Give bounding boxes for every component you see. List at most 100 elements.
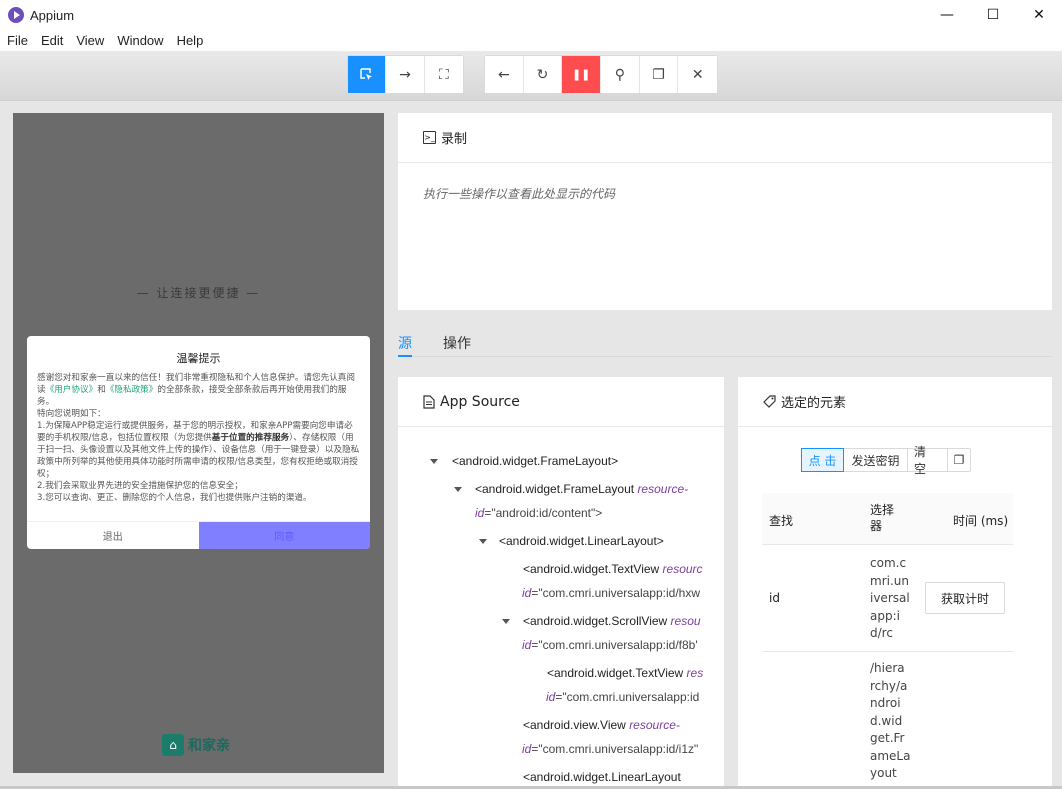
dialog-paragraph-4: 2.我们会采取业界先进的安全措施保护您的信息安全； (37, 481, 243, 491)
refresh-icon: ↻ (536, 66, 549, 83)
tree-node[interactable]: <android.widget.LinearLayout> (499, 534, 664, 548)
tree-expand-icon[interactable] (502, 619, 510, 624)
copy-xml-button[interactable]: ❐ (639, 56, 679, 93)
pause-recording-icon: ❚❚ (571, 68, 591, 81)
inspector-toolbar: → ⛶ ← ↻ ❚❚ ⚲ ❐ ✕ (0, 51, 1062, 101)
strategy-cell: id (769, 591, 780, 605)
app-source-panel: App Source <android.widget.FrameLayout> … (398, 377, 724, 789)
tree-expand-icon[interactable] (430, 459, 438, 464)
selector-cell: com.c mri.un iversal app:i d/rc (870, 556, 910, 640)
agree-button[interactable]: 同意 (198, 522, 370, 549)
close-window-button[interactable]: ✕ (1016, 0, 1062, 30)
app-slogan: — 让连接更便捷 — (136, 286, 261, 300)
col-header-find: 查找 (769, 514, 794, 528)
title-bar: Appium — ☐ ✕ (0, 0, 1062, 30)
tree-node[interactable]: <android.widget.FrameLayout> (452, 454, 618, 468)
dialog-paragraph-3: 1.为保障APP稳定运行或提供服务，基于您的明示授权，和家亲APP需要向您申请必… (37, 421, 360, 479)
tree-expand-icon[interactable] (454, 487, 462, 492)
quit-session-icon: ✕ (691, 66, 704, 83)
search-icon: ⚲ (614, 66, 625, 83)
find-strategies-table: 查找 选择 器 时间 (ms) id com.c mri.un iversal … (762, 493, 1013, 789)
recorder-header: >_ 录制 (398, 113, 1052, 163)
get-timing-button[interactable]: 获取计时 (925, 582, 1005, 614)
interaction-mode-group: → ⛶ (347, 55, 464, 94)
menu-edit[interactable]: Edit (34, 33, 69, 48)
tree-node[interactable]: <android.widget.FrameLayout resource- (475, 482, 688, 496)
tag-icon (763, 395, 776, 408)
menu-view[interactable]: View (69, 33, 110, 48)
device-screenshot[interactable]: — 让连接更便捷 — 温馨提示 感谢您对和家亲一直以来的信任！我们非常重视隐私和… (13, 113, 384, 773)
dialog-paragraph-5: 3.您可以查询、更正、删除您的个人信息，我们也提供账户注销的渠道。 (37, 493, 312, 503)
menu-file[interactable]: File (0, 33, 34, 48)
swipe-button[interactable]: → (386, 56, 425, 93)
table-row[interactable]: /hiera rchy/a ndroi d.wid get.Fr ameLa y… (762, 652, 1013, 789)
inspector-tabs: 源 操作 (398, 323, 1052, 357)
table-header: 查找 选择 器 时间 (ms) (762, 493, 1013, 545)
app-source-title: App Source (440, 393, 520, 410)
copy-xml-icon: ❐ (652, 66, 665, 83)
quit-session-button[interactable]: ✕ (678, 56, 718, 93)
menu-window[interactable]: Window (110, 33, 169, 48)
tree-node-attr: id="com.cmri.universalapp:id/hxw (522, 586, 700, 600)
app-logo-text: 和家亲 (188, 738, 230, 754)
menu-bar: File Edit View Window Help (0, 30, 1062, 51)
user-agreement-link[interactable]: 《用户协议》 (46, 385, 98, 395)
selected-element-panel: 选定的元素 点 击 发送密钥 清 空 ❐ 查找 选择 器 时间 (ms) id … (738, 377, 1052, 789)
tree-node-attr: id="com.cmri.universalapp:id/f8b' (522, 638, 698, 652)
pause-recording-button[interactable]: ❚❚ (562, 56, 602, 93)
code-icon: >_ (423, 131, 436, 144)
app-source-header: App Source (398, 377, 724, 427)
house-icon: ⌂ (162, 734, 184, 756)
recorder-title: 录制 (441, 132, 468, 147)
tree-expand-icon[interactable] (479, 539, 487, 544)
dialog-paragraph-1: 感谢您对和家亲一直以来的信任！我们非常重视隐私和个人信息保护。请您先认真阅读《用… (37, 373, 355, 407)
swipe-icon: → (399, 66, 411, 83)
back-button[interactable]: ← (485, 56, 524, 93)
search-elements-button[interactable]: ⚲ (601, 56, 640, 93)
app-logo: ⌂ 和家亲 (162, 734, 230, 756)
select-element-icon (359, 67, 372, 80)
copy-icon: ❐ (953, 453, 965, 467)
tree-node-attr: id="com.cmri.universalapp:id/i1z" (522, 742, 699, 756)
tree-node-attr: id="android:id/content"> (475, 506, 603, 520)
element-actions: 点 击 发送密钥 清 空 ❐ (801, 445, 971, 476)
tab-source[interactable]: 源 (398, 333, 412, 353)
dialog-paragraph-2: 特向您说明如下： (37, 409, 106, 419)
selected-element-header: 选定的元素 (738, 377, 1052, 427)
back-icon: ← (497, 66, 510, 83)
privacy-policy-link[interactable]: 《隐私政策》 (106, 385, 158, 395)
col-header-time: 时间 (ms) (953, 514, 1009, 528)
tree-node[interactable]: <android.view.View resource- (523, 718, 680, 732)
table-row[interactable]: id com.c mri.un iversal app:i d/rc 获取计时 (762, 545, 1013, 652)
tap-coordinates-button[interactable]: ⛶ (424, 56, 464, 93)
tree-node[interactable]: <android.widget.TextView res (547, 666, 703, 680)
refresh-button[interactable]: ↻ (523, 56, 563, 93)
copy-attributes-button[interactable]: ❐ (948, 449, 970, 471)
dialog-body: 感谢您对和家亲一直以来的信任！我们非常重视隐私和个人信息保护。请您先认真阅读《用… (27, 366, 370, 504)
dialog-title: 温馨提示 (176, 352, 221, 365)
send-keys-button[interactable]: 发送密钥 (844, 449, 908, 471)
dialog-buttons: 退出 同意 (27, 521, 370, 549)
window-title: Appium (30, 7, 75, 23)
tree-node[interactable]: <android.widget.LinearLayout (523, 770, 681, 784)
tap-element-button[interactable]: 点 击 (801, 448, 844, 472)
tree-node[interactable]: <android.widget.TextView resourc (523, 562, 703, 576)
minimize-button[interactable]: — (924, 0, 970, 30)
select-element-button[interactable] (348, 56, 387, 93)
inspector-main: — 让连接更便捷 — 温馨提示 感谢您对和家亲一直以来的信任！我们非常重视隐私和… (0, 101, 1062, 789)
tab-actions[interactable]: 操作 (443, 333, 471, 353)
exit-button[interactable]: 退出 (27, 522, 199, 549)
clear-button[interactable]: 清 空 (908, 445, 948, 476)
recorder-hint: 执行一些操作以查看此处显示的代码 (423, 187, 616, 201)
selected-element-title: 选定的元素 (781, 396, 847, 411)
recorder-panel: >_ 录制 执行一些操作以查看此处显示的代码 (398, 113, 1052, 310)
appium-logo-icon (8, 7, 24, 23)
active-tab-indicator (398, 355, 412, 357)
tap-by-coordinates-icon: ⛶ (438, 66, 449, 83)
tree-node-attr: id="com.cmri.universalapp:id (546, 690, 700, 704)
tree-node[interactable]: <android.widget.ScrollView resou (523, 614, 701, 628)
file-icon (423, 394, 435, 409)
menu-help[interactable]: Help (170, 33, 210, 48)
privacy-dialog: 温馨提示 感谢您对和家亲一直以来的信任！我们非常重视隐私和个人信息保护。请您先认… (27, 336, 370, 549)
maximize-button[interactable]: ☐ (970, 0, 1016, 30)
